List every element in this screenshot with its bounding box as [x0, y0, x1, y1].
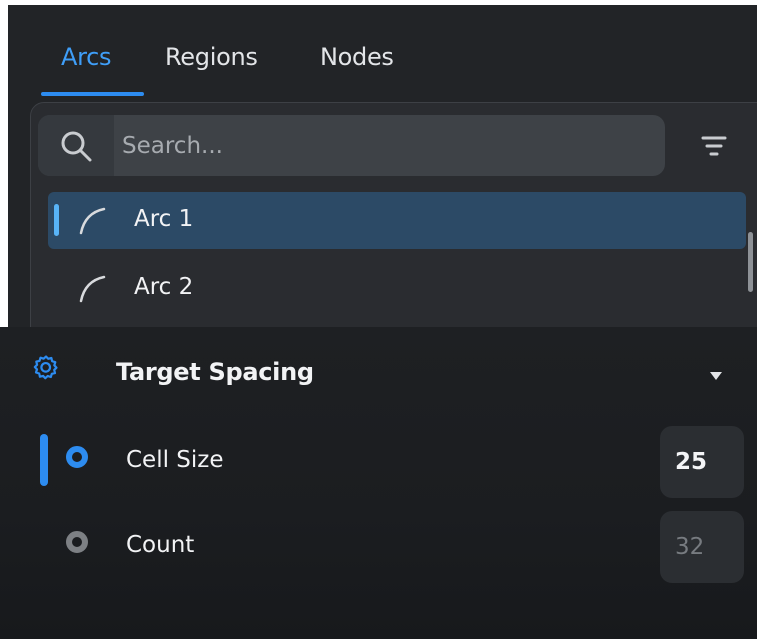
list-item-arc-2[interactable]: Arc 2 — [48, 260, 746, 317]
entity-browser-panel: Arcs Regions Nodes Search... Arc 1 Arc 2 — [8, 5, 757, 327]
cell-size-radio[interactable] — [66, 446, 88, 468]
count-value-field[interactable]: 32 — [660, 511, 744, 583]
search-icon — [38, 115, 114, 176]
tab-regions[interactable]: Regions — [165, 43, 258, 71]
arc-icon — [76, 204, 108, 240]
gear-icon — [33, 354, 59, 384]
list-scrollbar[interactable] — [748, 232, 753, 292]
list-item-label: Arc 2 — [134, 274, 194, 300]
search-box — [38, 115, 665, 176]
cell-size-value-field[interactable]: 25 — [660, 426, 744, 498]
chevron-down-icon[interactable] — [708, 367, 724, 386]
option-count[interactable]: Count 32 — [0, 511, 757, 591]
option-cell-size[interactable]: Cell Size 25 — [0, 426, 757, 506]
selection-indicator — [54, 204, 59, 236]
option-label: Count — [126, 532, 195, 558]
count-radio[interactable] — [66, 531, 88, 553]
list-item-arc-1[interactable]: Arc 1 — [48, 192, 746, 249]
search-input[interactable] — [122, 115, 652, 176]
option-label: Cell Size — [126, 447, 224, 473]
filter-icon[interactable] — [698, 130, 730, 162]
tab-nodes[interactable]: Nodes — [320, 43, 394, 71]
app-root: Arcs Regions Nodes Search... Arc 1 Arc 2… — [0, 0, 757, 639]
active-tab-underline — [41, 92, 144, 96]
tab-arcs[interactable]: Arcs — [61, 43, 112, 71]
arc-icon — [76, 272, 108, 308]
target-spacing-panel: Target Spacing Cell Size 25 Count 32 — [0, 327, 757, 639]
section-title: Target Spacing — [116, 358, 314, 386]
list-item-label: Arc 1 — [134, 206, 194, 232]
selection-indicator — [40, 434, 48, 486]
